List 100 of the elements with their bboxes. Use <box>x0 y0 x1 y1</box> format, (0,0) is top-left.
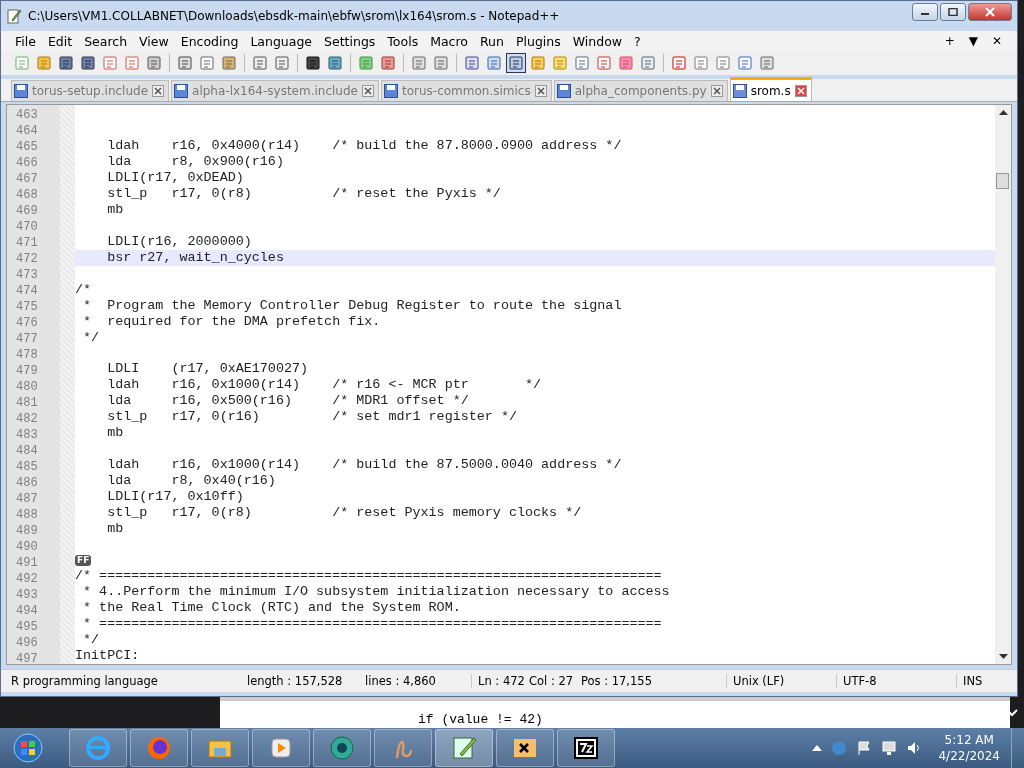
file-tab[interactable]: torus-common.simics <box>380 80 552 101</box>
scroll-up-icon[interactable] <box>998 109 1008 115</box>
line-number: 493 <box>16 587 39 603</box>
maximize-button[interactable] <box>940 3 966 21</box>
line-number: 471 <box>16 235 39 251</box>
monitor-icon[interactable] <box>881 740 898 756</box>
close-icon[interactable] <box>710 85 723 97</box>
show-hidden-icons-icon[interactable] <box>812 744 823 752</box>
menu-item[interactable]: Macro <box>424 33 474 49</box>
code-line: */ <box>82 632 100 648</box>
close-icon[interactable] <box>534 85 547 97</box>
code-line: * Program the Memory Controller Debug Register to route the signal <box>82 297 622 314</box>
menu-item[interactable]: Plugins <box>509 33 567 49</box>
close-icon[interactable] <box>361 85 374 97</box>
scroll-thumb[interactable] <box>996 173 1009 189</box>
vertical-scrollbar[interactable] <box>995 105 1011 664</box>
encoding-status: UTF-8 <box>836 674 956 688</box>
column-status: Col : 27 <box>528 674 575 688</box>
code-line: */ <box>82 329 100 346</box>
squiggle-app-icon[interactable] <box>374 729 432 767</box>
menu-item[interactable]: Settings <box>318 33 382 49</box>
fox-browser-icon[interactable] <box>130 729 188 767</box>
code-line: lda r8, 0x40(r16) <box>106 472 276 489</box>
line-number: 497 <box>16 651 39 664</box>
code-line: bsr r27, wait_n_cycles <box>106 249 284 266</box>
line-number: 470 <box>16 219 39 235</box>
line-number: 481 <box>16 395 39 411</box>
line-number: 483 <box>16 427 39 443</box>
menu-extra-button[interactable]: + <box>937 34 962 48</box>
menu-item[interactable]: Edit <box>41 33 79 49</box>
file-tab[interactable]: alpha-lx164-system.include <box>171 80 379 101</box>
line-status: Ln : 472 <box>471 674 523 688</box>
notepad-icon <box>6 8 22 24</box>
line-number: 482 <box>16 411 39 427</box>
clock-date[interactable]: 4/22/2024 <box>938 748 1000 764</box>
code-line: * 4..Perform the minimum I/O subsystem initialization necessary to access <box>82 584 670 600</box>
line-number: 492 <box>16 571 39 587</box>
code-line: LDLI(r17, 0x10ff) <box>106 488 244 505</box>
menu-item[interactable]: File <box>9 33 42 49</box>
menu-item[interactable]: Tools <box>381 33 425 49</box>
code-line: stl_p r17, 0(r8) /* reset the Pyxis */ <box>106 186 501 203</box>
line-number: 477 <box>16 331 39 347</box>
line-number: 474 <box>16 283 39 299</box>
menu-item[interactable]: Run <box>474 33 510 49</box>
line-number: 473 <box>16 267 39 283</box>
code-line: /* ====================================================================== <box>75 568 662 584</box>
close-icon[interactable] <box>794 84 807 97</box>
code-line: LDLI(r17, 0xDEAD) <box>106 170 244 187</box>
code-line: ldah r16, 0x1000(r14) /* build the 87.5000.0040 address */ <box>106 456 622 473</box>
code-line: stl_p r17, 0(r16) /* set mdr1 register */ <box>106 409 517 426</box>
menu-item[interactable]: Search <box>78 33 134 49</box>
line-number: 465 <box>16 139 39 155</box>
browser-icon[interactable] <box>69 729 127 767</box>
minimize-button[interactable] <box>912 3 938 21</box>
close-icon[interactable] <box>152 85 165 97</box>
file-tab[interactable]: torus-setup.include <box>11 80 170 101</box>
language-status: R programming language <box>10 674 159 688</box>
line-number: 488 <box>16 507 39 523</box>
line-number: 484 <box>16 443 39 459</box>
line-number: 466 <box>16 155 39 171</box>
code-line: ldah r16, 0x1000(r14) /* r16 <- MCR ptr */ <box>106 377 542 394</box>
code-line: LDLI (r17, 0xAE170027) <box>106 361 309 378</box>
line-number: 463 <box>16 107 39 123</box>
hex-editor-icon[interactable] <box>496 729 554 767</box>
scroll-down-icon[interactable] <box>998 654 1008 660</box>
disc-app-icon[interactable] <box>313 729 371 767</box>
line-number: 478 <box>16 347 39 363</box>
close-icon <box>984 7 996 17</box>
lines-status: lines : 4,860 <box>364 674 437 688</box>
menu-item[interactable]: Language <box>244 33 319 49</box>
position-status: Pos : 17,155 <box>580 674 653 688</box>
file-tab[interactable]: srom.s <box>729 77 812 101</box>
archive-app-icon[interactable] <box>557 729 615 767</box>
line-number: 495 <box>16 619 39 635</box>
menu-item[interactable]: Window <box>566 33 629 49</box>
flag-icon[interactable] <box>856 740 873 756</box>
code-line: mb <box>106 425 124 442</box>
code-line: InitPCI: <box>75 648 140 664</box>
menu-item[interactable]: View <box>133 33 175 49</box>
line-number: 487 <box>16 491 39 507</box>
line-number: 476 <box>16 315 39 331</box>
code-line: * the Real Time Clock (RTC) and the System ROM. <box>82 600 461 616</box>
code-line: mb <box>106 202 124 219</box>
eol-status: Unix (LF) <box>726 674 836 688</box>
menu-item[interactable]: Encoding <box>174 33 245 49</box>
line-number: 467 <box>16 171 39 187</box>
line-number: 486 <box>16 475 39 491</box>
clock-time[interactable]: 5:12 AM <box>944 732 994 748</box>
menu-extra-button[interactable]: ✕ <box>984 34 1009 48</box>
code-line: lda r8, 0x900(r16) <box>106 154 284 171</box>
media-player-icon[interactable] <box>252 729 310 767</box>
menu-item[interactable]: ? <box>628 33 647 49</box>
line-number: 489 <box>16 523 39 539</box>
notepad-taskbar-icon[interactable] <box>435 729 493 767</box>
insert-mode-status: INS <box>956 674 1017 688</box>
menu-extra-button[interactable]: ▼ <box>961 34 985 48</box>
line-number: 496 <box>16 635 39 651</box>
window-title: C:\Users\VM1.COLLABNET\Downloads\ebsdk-main\ebfw\srom\lx164\srom.s - Notepad++ <box>28 9 560 23</box>
file-tab[interactable]: alpha_components.py <box>553 80 728 101</box>
close-button[interactable] <box>968 3 1012 21</box>
